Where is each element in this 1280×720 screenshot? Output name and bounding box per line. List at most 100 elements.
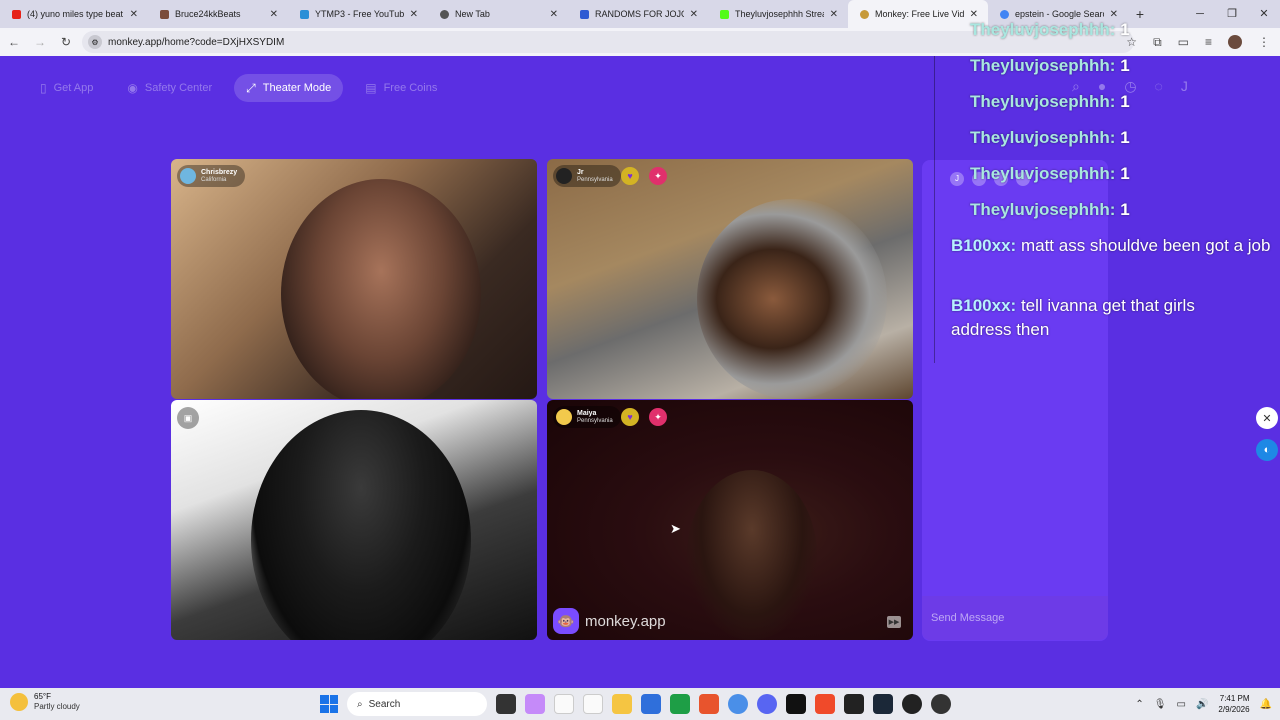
reload-icon[interactable]: ↻ bbox=[54, 35, 78, 49]
copilot-icon[interactable] bbox=[525, 694, 545, 714]
notification-bell-icon[interactable]: 🔔 bbox=[1260, 699, 1272, 710]
notepad-icon[interactable] bbox=[554, 694, 574, 714]
chat-text: 1 bbox=[1120, 56, 1130, 75]
browser-tab[interactable]: YTMP3 - Free YouTube to ✕ bbox=[288, 0, 428, 28]
steam-icon[interactable] bbox=[873, 694, 893, 714]
store-icon[interactable] bbox=[641, 694, 661, 714]
monkey-page: ▯ Get App ◉ Safety Center ⤢ Theater Mode… bbox=[0, 56, 1280, 688]
user-badge[interactable]: Chrisbrezy California bbox=[177, 165, 246, 187]
user-badge[interactable]: Maiya Pennsylvania bbox=[553, 406, 621, 428]
browser-tab-active[interactable]: Monkey: Free Live Vid ✕ bbox=[848, 0, 988, 28]
weather-widget[interactable]: 65°F Partly cloudy bbox=[10, 692, 80, 712]
shield-icon: ◉ bbox=[127, 81, 138, 95]
taskbar-search[interactable]: ⌕ Search bbox=[347, 692, 487, 716]
tab-label: (4) yuno miles type beat - bbox=[27, 9, 124, 19]
phone-icon: ▯ bbox=[40, 81, 47, 95]
media-player-icon[interactable] bbox=[902, 694, 922, 714]
video-tile[interactable]: Maiya Pennsylvania ♥ ✦ 🐵 monkey.app ▶▶ bbox=[547, 400, 913, 640]
close-icon[interactable]: ✕ bbox=[550, 9, 558, 20]
assistant-icon[interactable]: ◐ bbox=[1256, 439, 1278, 461]
chrome-icon bbox=[440, 9, 449, 19]
user-badge[interactable]: Jr Pennsylvania bbox=[553, 165, 621, 187]
safety-center-button[interactable]: ◉ Safety Center bbox=[115, 74, 224, 102]
mic-icon[interactable]: 🎙 bbox=[1154, 699, 1167, 710]
mouse-cursor-icon: ➤ bbox=[670, 521, 681, 536]
user-location: California bbox=[201, 176, 227, 183]
video-tile[interactable]: Jr Pennsylvania ♥ ✦ bbox=[547, 159, 913, 399]
browser-tab[interactable]: RANDOMS FOR JOJOS.mp ✕ bbox=[568, 0, 708, 28]
close-icon[interactable]: ✕ bbox=[270, 9, 278, 20]
browser-tab[interactable]: New Tab ✕ bbox=[428, 0, 568, 28]
windows-start-icon[interactable] bbox=[320, 695, 338, 713]
close-icon[interactable]: ✕ bbox=[690, 9, 698, 20]
video-tile[interactable]: Chrisbrezy California bbox=[171, 159, 537, 399]
forward-icon[interactable]: → bbox=[28, 35, 52, 49]
file-explorer-icon[interactable] bbox=[612, 694, 632, 714]
free-coins-button[interactable]: ▤ Free Coins bbox=[353, 74, 449, 102]
send-message-input[interactable]: Send Message bbox=[922, 596, 1108, 640]
discord-icon[interactable] bbox=[757, 694, 777, 714]
avatar bbox=[556, 168, 572, 184]
chat-username: Theyluvjosephhh: bbox=[970, 56, 1116, 75]
video-tile[interactable]: ▣ bbox=[171, 400, 537, 640]
toolbar-right: ☆ ⧉ ▭ ≡ ⋮ bbox=[1126, 28, 1270, 56]
badge-icon[interactable]: ✦ bbox=[649, 408, 667, 426]
fl-studio-icon[interactable] bbox=[815, 694, 835, 714]
site-info-icon[interactable]: ⚙ bbox=[88, 35, 102, 49]
back-icon[interactable]: ← bbox=[2, 35, 26, 49]
chat-message: Theyluvjosephhh: 1 bbox=[970, 90, 1130, 114]
overlay-divider bbox=[934, 56, 935, 363]
cast-icon[interactable]: ▭ bbox=[1178, 35, 1189, 49]
profile-avatar[interactable] bbox=[1228, 35, 1242, 49]
capcut-icon[interactable] bbox=[786, 694, 806, 714]
heart-icon[interactable]: ♥ bbox=[621, 167, 639, 185]
extensions-icon[interactable]: ⧉ bbox=[1153, 35, 1162, 50]
video-feed bbox=[697, 199, 887, 399]
profile-icon[interactable]: J bbox=[1181, 78, 1188, 95]
window-controls: ─ ❐ ✕ bbox=[1184, 0, 1280, 28]
chat-username: Theyluvjosephhh: bbox=[970, 200, 1116, 219]
document-icon[interactable] bbox=[583, 694, 603, 714]
menu-icon[interactable]: ⋮ bbox=[1258, 35, 1270, 49]
tab-label: Bruce24kkBeats bbox=[175, 9, 241, 19]
chat-text: 1 bbox=[1120, 92, 1130, 111]
user-name: Chrisbrezy bbox=[201, 168, 238, 176]
heart-icon[interactable]: ♥ bbox=[621, 408, 639, 426]
browser-tab[interactable]: Theyluvjosephhh Stream ✕ bbox=[708, 0, 848, 28]
chat-icon[interactable]: ◌ bbox=[1155, 78, 1163, 95]
close-window-icon[interactable]: ✕ bbox=[1248, 0, 1280, 28]
speaker-icon[interactable]: 🔊 bbox=[1196, 699, 1208, 710]
avatar bbox=[556, 409, 572, 425]
close-icon[interactable]: ✕ bbox=[130, 9, 138, 20]
ytmp3-icon bbox=[300, 9, 309, 19]
chat-username: Theyluvjosephhh: bbox=[970, 20, 1116, 39]
clock[interactable]: 7:41 PM 2/9/2026 bbox=[1218, 693, 1249, 715]
new-tab-button[interactable]: + bbox=[1128, 6, 1152, 22]
browser-tab[interactable]: Bruce24kkBeats ✕ bbox=[148, 0, 288, 28]
get-app-button[interactable]: ▯ Get App bbox=[28, 74, 105, 102]
minimize-icon[interactable]: ─ bbox=[1184, 0, 1216, 28]
task-view-icon[interactable] bbox=[496, 694, 516, 714]
user-location: Pennsylvania bbox=[577, 176, 613, 183]
brave-icon[interactable] bbox=[699, 694, 719, 714]
xbox-icon[interactable] bbox=[670, 694, 690, 714]
maximize-icon[interactable]: ❐ bbox=[1216, 0, 1248, 28]
chevron-up-icon[interactable]: ⌃ bbox=[1135, 699, 1143, 710]
skip-icon[interactable]: ▶▶ bbox=[887, 616, 901, 628]
music-icon[interactable] bbox=[844, 694, 864, 714]
chrome-icon[interactable] bbox=[728, 694, 748, 714]
browser-tab[interactable]: (4) yuno miles type beat - ✕ bbox=[0, 0, 148, 28]
search-icon: ⌕ bbox=[357, 698, 363, 710]
media-icon[interactable]: ≡ bbox=[1205, 35, 1212, 49]
close-icon[interactable]: ✕ bbox=[410, 9, 418, 20]
theater-mode-button[interactable]: ⤢ Theater Mode bbox=[234, 74, 344, 102]
sticker-icon[interactable]: ▣ bbox=[177, 407, 199, 429]
obs-icon[interactable] bbox=[931, 694, 951, 714]
close-icon[interactable]: ✕ bbox=[1256, 407, 1278, 429]
network-icon[interactable]: ▭ bbox=[1177, 699, 1186, 710]
close-icon[interactable]: ✕ bbox=[830, 9, 838, 20]
taskbar-apps: ⌕ Search bbox=[320, 692, 951, 716]
badge-icon[interactable]: ✦ bbox=[649, 167, 667, 185]
clock-date: 2/9/2026 bbox=[1218, 705, 1250, 714]
tab-label: Theyluvjosephhh Stream bbox=[735, 9, 824, 19]
